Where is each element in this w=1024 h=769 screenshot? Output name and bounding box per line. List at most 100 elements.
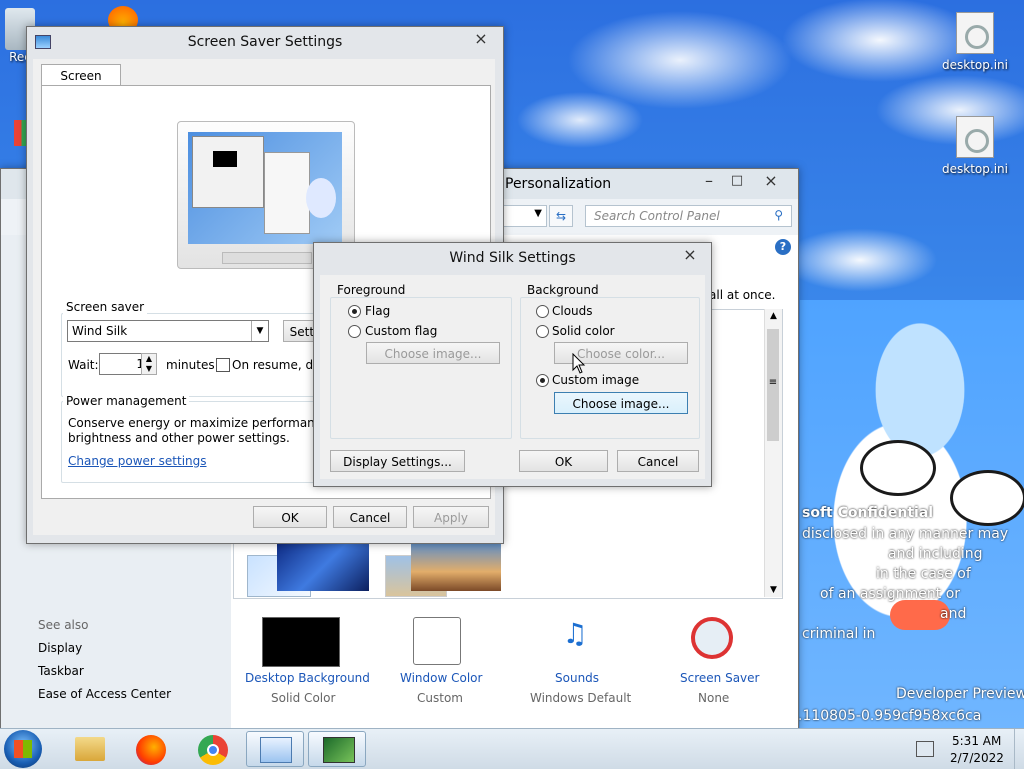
- settings-file-icon: [956, 12, 994, 54]
- watermark-line: disclosed in any manner may: [802, 526, 1009, 542]
- watermark-line: in the case of: [876, 566, 971, 582]
- eye-decoration: [860, 440, 936, 496]
- cancel-button[interactable]: Cancel: [333, 506, 407, 528]
- refresh-icon[interactable]: ⇆: [549, 205, 573, 227]
- wait-label: Wait:: [68, 358, 99, 372]
- ok-button[interactable]: OK: [253, 506, 327, 528]
- clouds-radio[interactable]: [536, 305, 549, 318]
- foreground-label: Foreground: [334, 283, 409, 297]
- custom-flag-radio[interactable]: [348, 325, 361, 338]
- foreground-choose-image-button[interactable]: Choose image...: [366, 342, 500, 364]
- preview-window: [264, 152, 310, 234]
- clouds-label: Clouds: [552, 304, 593, 318]
- custom-image-label: Custom image: [552, 373, 640, 387]
- desktop-file-icon[interactable]: desktop.ini: [940, 116, 1010, 176]
- chevron-down-icon: ▼: [534, 208, 542, 219]
- start-button[interactable]: [4, 730, 42, 768]
- theme-thumbnail[interactable]: [411, 543, 501, 591]
- preview-dialog: [192, 136, 264, 208]
- selected-screen-saver: Wind Silk: [72, 324, 128, 338]
- flag-radio[interactable]: [348, 305, 361, 318]
- screen-saver-link[interactable]: Screen Saver: [680, 671, 759, 685]
- background-choose-image-button[interactable]: Choose image...: [554, 392, 688, 414]
- show-desktop-button[interactable]: [1014, 729, 1024, 769]
- see-also-display-link[interactable]: Display: [38, 641, 82, 655]
- desktop-background-link[interactable]: Desktop Background: [245, 671, 370, 685]
- wait-spinner[interactable]: ▲ ▼: [141, 353, 157, 375]
- power-description-line: Conserve energy or maximize performance …: [68, 416, 348, 430]
- chevron-down-icon[interactable]: ▼: [142, 364, 156, 374]
- custom-image-radio[interactable]: [536, 374, 549, 387]
- firefox-taskbar-button[interactable]: [122, 731, 180, 767]
- close-icon[interactable]: ×: [467, 27, 495, 53]
- clock-date[interactable]: 2/7/2022: [950, 751, 1004, 765]
- theme-list-scrollbar[interactable]: ≡ ▲ ▼: [764, 309, 782, 597]
- see-also-ease-of-access-link[interactable]: Ease of Access Center: [38, 687, 171, 701]
- custom-flag-label: Custom flag: [365, 324, 438, 338]
- screen-saver-icon[interactable]: [691, 617, 733, 659]
- screen-saver-select[interactable]: Wind Silk ▼: [67, 320, 269, 342]
- desktop-file-icon[interactable]: desktop.ini: [940, 12, 1010, 72]
- minimize-icon[interactable]: –: [695, 169, 723, 195]
- change-power-settings-link[interactable]: Change power settings: [68, 454, 207, 468]
- folder-icon: [75, 737, 105, 761]
- chevron-down-icon: ▼: [251, 321, 268, 341]
- control-panel-icon: [260, 737, 292, 763]
- see-also-heading: See also: [38, 618, 89, 632]
- watermark-line: Developer Preview: [896, 686, 1024, 702]
- sounds-icon[interactable]: ♫: [551, 617, 599, 663]
- help-icon[interactable]: ?: [775, 239, 791, 255]
- clock-time[interactable]: 5:31 AM: [952, 734, 1001, 748]
- firefox-icon: [136, 735, 166, 765]
- apply-button[interactable]: Apply: [413, 506, 489, 528]
- minutes-label: minutes: [166, 358, 215, 372]
- see-also-taskbar-link[interactable]: Taskbar: [38, 664, 84, 678]
- tab-screen-saver[interactable]: Screen Saver: [41, 64, 121, 105]
- cancel-button[interactable]: Cancel: [617, 450, 699, 472]
- watermark-line: criminal in: [802, 626, 876, 642]
- monitor-stand: [222, 252, 312, 264]
- control-panel-taskbar-button[interactable]: [246, 731, 304, 767]
- power-description-line: brightness and other power settings.: [68, 431, 290, 445]
- file-explorer-taskbar-button[interactable]: [60, 731, 118, 767]
- description-text: all at once.: [709, 288, 776, 302]
- network-icon[interactable]: [916, 741, 934, 757]
- preview-screen: [188, 132, 342, 244]
- desktop-background-icon[interactable]: [262, 617, 340, 667]
- search-input[interactable]: Search Control Panel ⚲: [585, 205, 792, 227]
- preview-character: [306, 178, 336, 218]
- chrome-center: [207, 744, 219, 756]
- window-color-icon[interactable]: [413, 617, 461, 665]
- theme-thumbnail[interactable]: [277, 543, 369, 591]
- background-label: Background: [524, 283, 602, 297]
- solid-color-radio[interactable]: [536, 325, 549, 338]
- chevron-up-icon[interactable]: ▲: [142, 354, 156, 364]
- on-resume-checkbox[interactable]: [216, 358, 230, 372]
- chevron-down-icon[interactable]: ▼: [765, 585, 782, 595]
- wind-silk-settings-dialog: Wind Silk Settings × Foreground Flag Cus…: [313, 242, 712, 487]
- desktop-background-value: Solid Color: [271, 691, 336, 705]
- close-icon[interactable]: ×: [676, 243, 704, 269]
- screen-saver-taskbar-button[interactable]: [308, 731, 366, 767]
- chevron-up-icon[interactable]: ▲: [765, 311, 782, 321]
- chrome-taskbar-button[interactable]: [184, 731, 242, 767]
- foreground-group: [330, 297, 512, 439]
- window-color-link[interactable]: Window Color: [400, 671, 482, 685]
- watermark-line: soft Confidential: [802, 505, 934, 521]
- sounds-link[interactable]: Sounds: [555, 671, 599, 685]
- window-title: Screen Saver Settings: [187, 34, 343, 50]
- preview-black-screen: [213, 151, 237, 167]
- display-settings-button[interactable]: Display Settings...: [330, 450, 465, 472]
- screen-saver-value: None: [698, 691, 730, 705]
- monitor-icon: [323, 737, 355, 763]
- window-title: Wind Silk Settings: [449, 250, 576, 266]
- screen-saver-window-icon: [35, 35, 51, 49]
- ok-button[interactable]: OK: [519, 450, 608, 472]
- search-icon: ⚲: [774, 208, 783, 222]
- desktop-icon-label: desktop.ini: [942, 162, 1008, 176]
- maximize-icon[interactable]: □: [723, 169, 751, 195]
- eye-decoration: [950, 470, 1024, 526]
- close-icon[interactable]: ×: [757, 169, 785, 195]
- background-group: [520, 297, 700, 439]
- address-bar-end[interactable]: ▼: [501, 205, 547, 227]
